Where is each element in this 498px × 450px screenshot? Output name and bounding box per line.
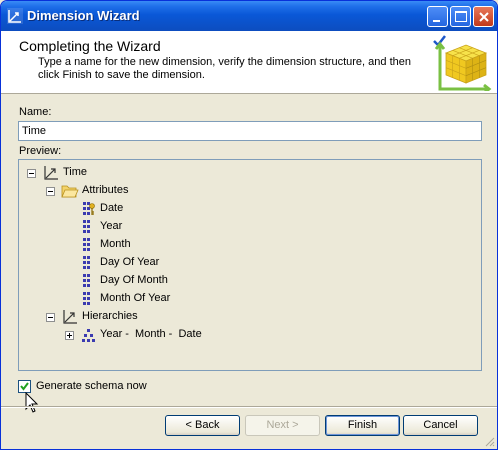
- attribute-icon: [83, 292, 90, 305]
- finish-button[interactable]: Finish: [325, 415, 400, 436]
- maximize-button[interactable]: [450, 6, 471, 27]
- tree-node-label: Time: [63, 166, 88, 178]
- tree-node-label: Hierarchies: [82, 310, 138, 322]
- attribute-icon: [83, 274, 90, 287]
- generate-schema-label[interactable]: Generate schema now: [36, 380, 147, 392]
- maximize-icon: [455, 11, 467, 22]
- dimension-icon: [7, 8, 23, 24]
- title-bar[interactable]: Dimension Wizard: [1, 1, 497, 31]
- close-button[interactable]: [473, 6, 494, 27]
- collapse-icon[interactable]: [46, 187, 55, 196]
- tree-node-label: Year: [100, 220, 123, 232]
- tree-node-label: Day Of Month: [100, 274, 168, 286]
- hierarchy-icon: [82, 329, 95, 342]
- collapse-icon[interactable]: [46, 313, 55, 322]
- name-input[interactable]: [18, 121, 482, 141]
- dimension-icon: [63, 310, 77, 324]
- tree-node-label: Attributes: [82, 184, 129, 196]
- next-button[interactable]: Next >: [245, 415, 320, 436]
- minimize-button[interactable]: [427, 6, 448, 27]
- cancel-button[interactable]: Cancel: [403, 415, 478, 436]
- name-label: Name:: [19, 106, 52, 118]
- minimize-icon: [433, 20, 440, 22]
- folder-open-icon: [61, 185, 79, 198]
- wizard-header: Completing the Wizard Type a name for th…: [1, 31, 497, 94]
- resize-grip-icon[interactable]: [483, 435, 495, 447]
- attribute-icon: [83, 220, 90, 233]
- page-title: Completing the Wizard: [19, 38, 161, 54]
- preview-label: Preview:: [19, 145, 62, 157]
- cube-wizard-graphic: [433, 35, 492, 91]
- collapse-icon[interactable]: [27, 169, 36, 178]
- checkmark-icon: [20, 382, 29, 391]
- page-description: Type a name for the new dimension, verif…: [38, 56, 411, 81]
- key-attribute-icon: [83, 202, 95, 215]
- window-title: Dimension Wizard: [27, 8, 140, 23]
- back-button[interactable]: < Back: [165, 415, 240, 436]
- preview-tree[interactable]: Time Attributes Date Year Month Day Of Y…: [18, 159, 482, 371]
- mouse-cursor-icon: [25, 392, 39, 413]
- tree-node-label: Month Of Year: [100, 292, 171, 304]
- tree-node-label: Year - Month - Date: [100, 328, 202, 340]
- tree-node-label: Day Of Year: [100, 256, 160, 268]
- tree-node-label: Date: [100, 202, 124, 214]
- dimension-icon: [44, 166, 58, 180]
- attribute-icon: [83, 256, 90, 269]
- button-separator: [1, 406, 497, 408]
- dimension-wizard-window: Dimension Wizard Completing the Wizard T…: [0, 0, 498, 450]
- attribute-icon: [83, 238, 90, 251]
- close-icon: [479, 12, 489, 22]
- tree-node-label: Month: [100, 238, 131, 250]
- expand-icon[interactable]: [65, 331, 74, 340]
